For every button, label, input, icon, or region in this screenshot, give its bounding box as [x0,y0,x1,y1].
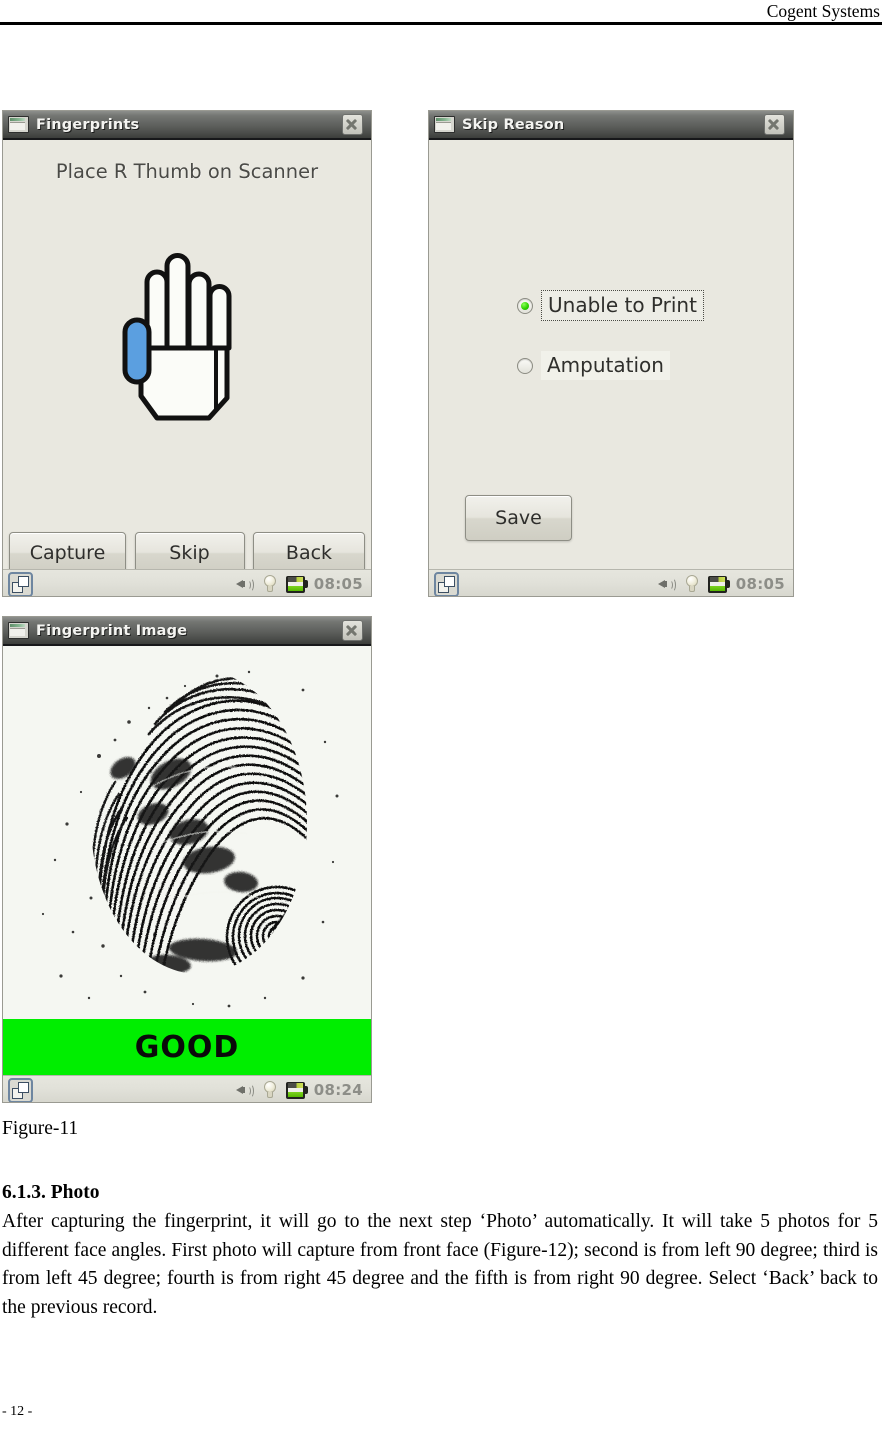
taskbar: 08:24 [3,1075,371,1102]
titlebar-fingerprints: Fingerprints [3,111,371,140]
radio-amputation[interactable]: Amputation [517,351,670,380]
back-button[interactable]: Back [253,532,365,574]
fingerprint-scan-image [3,646,371,1019]
fingerprints-button-row: Capture Skip Back [9,532,365,574]
taskbar-clock: 08:05 [313,575,363,593]
lightbulb-icon[interactable] [685,575,699,593]
quality-status-bar: GOOD [3,1019,371,1075]
page-header: Cogent Systems [0,0,882,26]
figure-caption: Figure-11 [2,1118,79,1139]
header-company-name: Cogent Systems [766,1,880,21]
taskbar-status-icons [657,575,730,593]
scanner-prompt-text: Place R Thumb on Scanner [55,160,319,183]
taskbar-status-icons [235,1081,308,1099]
battery-icon[interactable] [285,575,308,593]
taskbar: 08:05 [3,569,371,596]
radio-selected-icon[interactable] [517,297,533,314]
window-title: Skip Reason [462,116,565,133]
speaker-icon[interactable] [235,1082,254,1098]
speaker-icon[interactable] [235,576,254,592]
page-number: - 12 - [2,1404,33,1419]
taskbar-clock: 08:24 [313,1081,363,1099]
radio-label[interactable]: Unable to Print [541,290,704,321]
lightbulb-icon[interactable] [263,1081,277,1099]
close-icon[interactable] [342,620,363,641]
close-icon[interactable] [764,114,785,135]
taskbar: 08:05 [429,569,793,596]
window-fingerprint-image: Fingerprint Image GOOD 08:24 [2,616,372,1103]
skip-reason-button-row: Save [465,495,572,541]
task-switcher-icon[interactable] [8,571,33,596]
save-button[interactable]: Save [465,495,572,541]
window-fingerprints: Fingerprints Place R Thumb on Scanner Ca… [2,110,372,597]
radio-label[interactable]: Amputation [541,351,670,380]
capture-button[interactable]: Capture [9,532,126,574]
lightbulb-icon[interactable] [263,575,277,593]
close-icon[interactable] [342,114,363,135]
task-switcher-icon[interactable] [434,571,459,596]
body-paragraph: After capturing the fingerprint, it will… [2,1211,878,1318]
section-heading: 6.1.3. Photo [2,1182,100,1203]
taskbar-status-icons [235,575,308,593]
radio-unable-to-print[interactable]: Unable to Print [517,290,704,321]
speaker-icon[interactable] [657,576,676,592]
window-icon [434,116,455,133]
window-title: Fingerprint Image [36,622,188,639]
titlebar-skip-reason: Skip Reason [429,111,793,140]
window-body-fingerprint-image: GOOD 08:24 [3,646,371,1102]
window-body-skip-reason: Unable to Print Amputation Save 08:05 [429,140,793,596]
battery-icon[interactable] [285,1081,308,1099]
window-skip-reason: Skip Reason Unable to Print Amputation S… [428,110,794,597]
window-title: Fingerprints [36,116,140,133]
titlebar-fingerprint-image: Fingerprint Image [3,617,371,646]
radio-unselected-icon[interactable] [517,357,533,374]
taskbar-clock: 08:05 [735,575,785,593]
window-body-fingerprints: Place R Thumb on Scanner Capture Skip Ba… [3,140,371,596]
header-divider [0,22,882,25]
quality-status-label: GOOD [134,1029,240,1065]
right-hand-thumb-highlight-icon [117,248,257,443]
battery-icon[interactable] [707,575,730,593]
task-switcher-icon[interactable] [8,1077,33,1102]
skip-button[interactable]: Skip [134,532,245,574]
window-icon [8,116,29,133]
window-icon [8,622,29,639]
